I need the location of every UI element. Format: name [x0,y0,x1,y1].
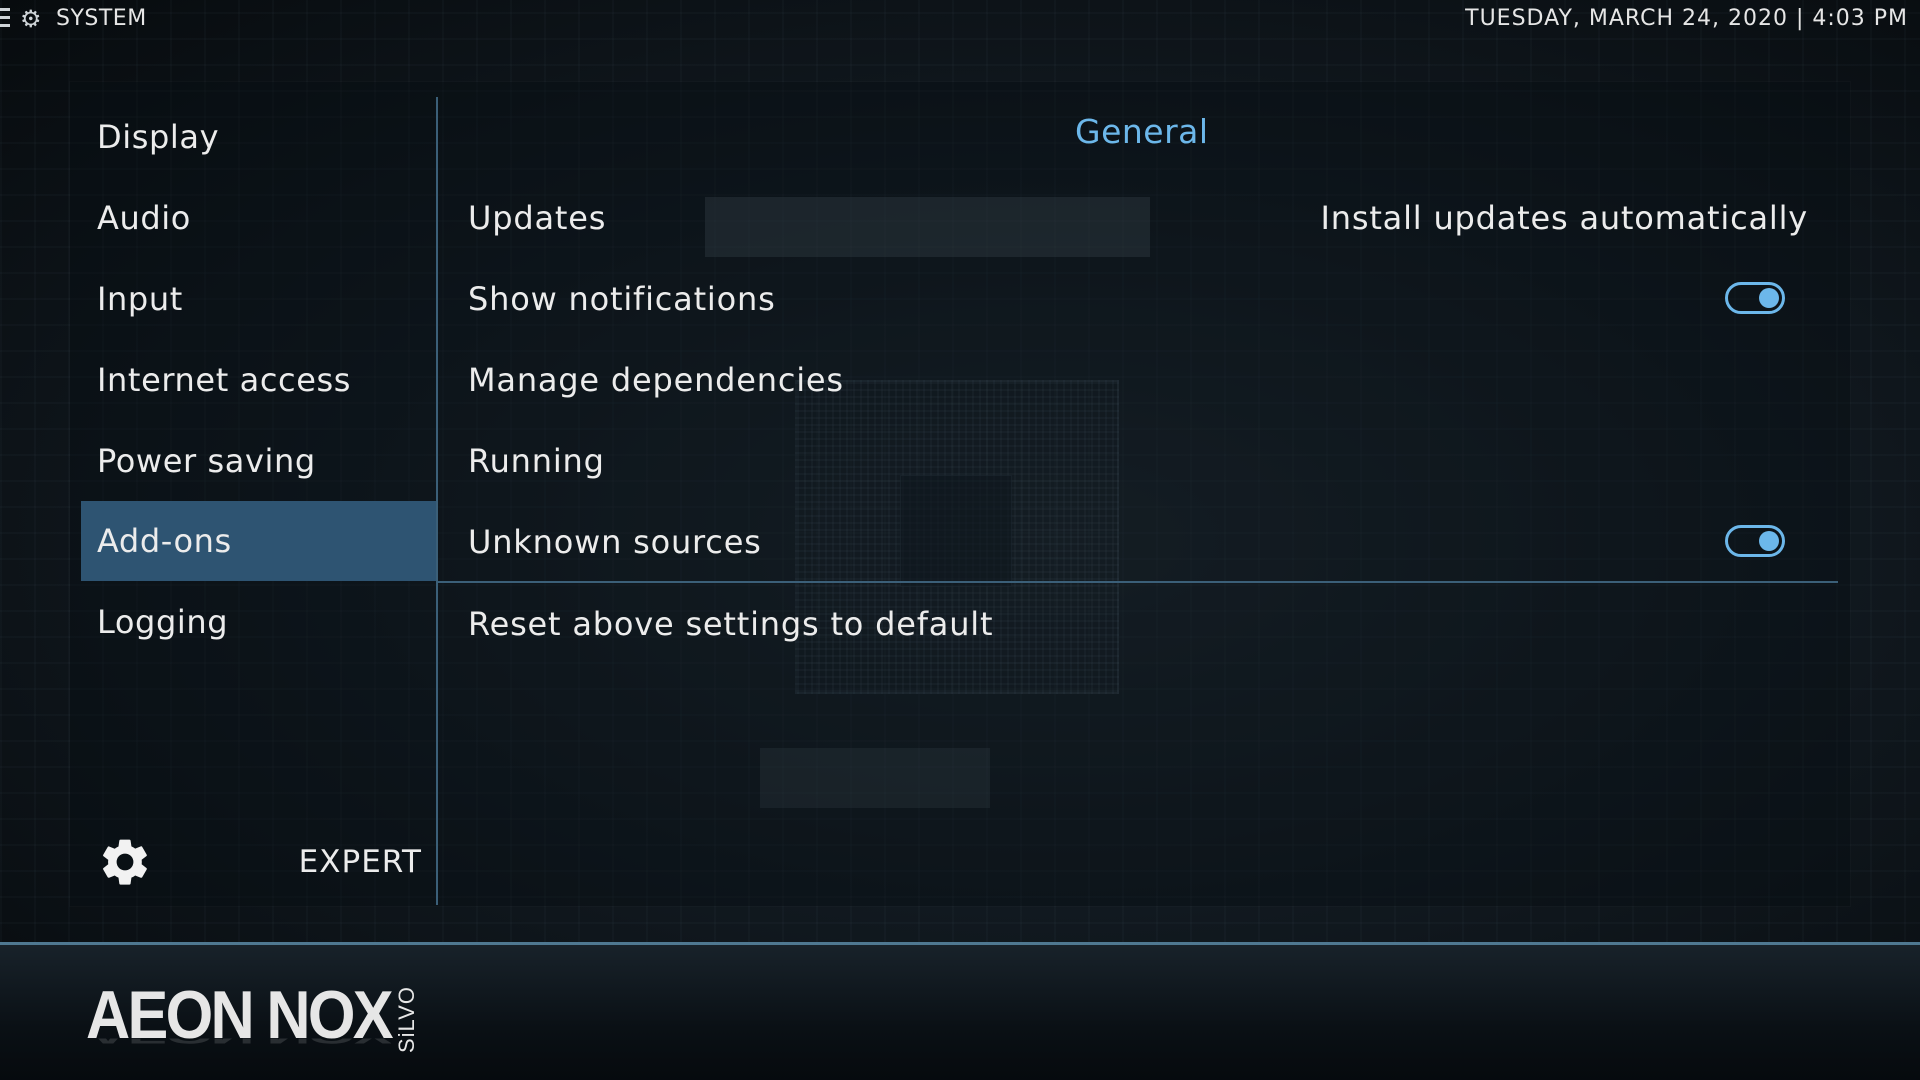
category-display[interactable]: Display [81,97,436,177]
logo-sub-text: SiLVO [394,986,419,1053]
category-internet-access[interactable]: Internet access [81,340,436,420]
hamburger-icon[interactable] [0,8,10,32]
category-audio[interactable]: Audio [81,178,436,258]
section-title: General [1075,112,1209,151]
setting-label: Reset above settings to default [468,605,994,643]
setting-show-notifications[interactable]: Show notifications [438,259,1838,339]
top-bar: ⚙ SYSTEM TUESDAY, MARCH 24, 2020 | 4:03 … [0,0,1920,40]
setting-value: Install updates automatically [1320,199,1808,237]
toggle-knob [1759,288,1779,308]
logo-reflection: AEON NOX [86,1039,391,1050]
reset-settings-button[interactable]: Reset above settings to default [438,584,1838,664]
gear-icon [103,839,147,885]
unknown-sources-toggle[interactable] [1725,525,1785,557]
show-notifications-toggle[interactable] [1725,282,1785,314]
settings-level-label: EXPERT [298,844,422,880]
setting-manage-dependencies[interactable]: Manage dependencies [438,340,1838,420]
separator [438,581,1838,583]
setting-label: Manage dependencies [468,361,844,399]
setting-label: Running [468,442,605,480]
setting-label: Updates [468,199,607,237]
category-add-ons[interactable]: Add-ons [81,501,436,581]
date-time: TUESDAY, MARCH 24, 2020 | 4:03 PM [1465,6,1908,31]
gears-icon: ⚙ [20,5,42,33]
setting-updates[interactable]: Updates Install updates automatically [438,178,1838,258]
setting-unknown-sources[interactable]: Unknown sources [438,502,1838,582]
setting-label: Unknown sources [468,523,762,561]
settings-level-button[interactable]: EXPERT [81,822,436,902]
settings-category-list: Display Audio Input Internet access Powe… [81,97,438,905]
category-logging[interactable]: Logging [81,582,436,662]
setting-label: Show notifications [468,280,776,318]
toggle-knob [1759,531,1779,551]
category-input[interactable]: Input [81,259,436,339]
skin-logo: AEON NOX AEON NOX SiLVO [86,975,436,1075]
window-title: SYSTEM [56,6,147,31]
setting-running[interactable]: Running [438,421,1838,501]
footer-bar: AEON NOX AEON NOX SiLVO [0,942,1920,1080]
category-power-saving[interactable]: Power saving [81,421,436,501]
kodi-settings-screen: ⚙ SYSTEM TUESDAY, MARCH 24, 2020 | 4:03 … [0,0,1920,1080]
